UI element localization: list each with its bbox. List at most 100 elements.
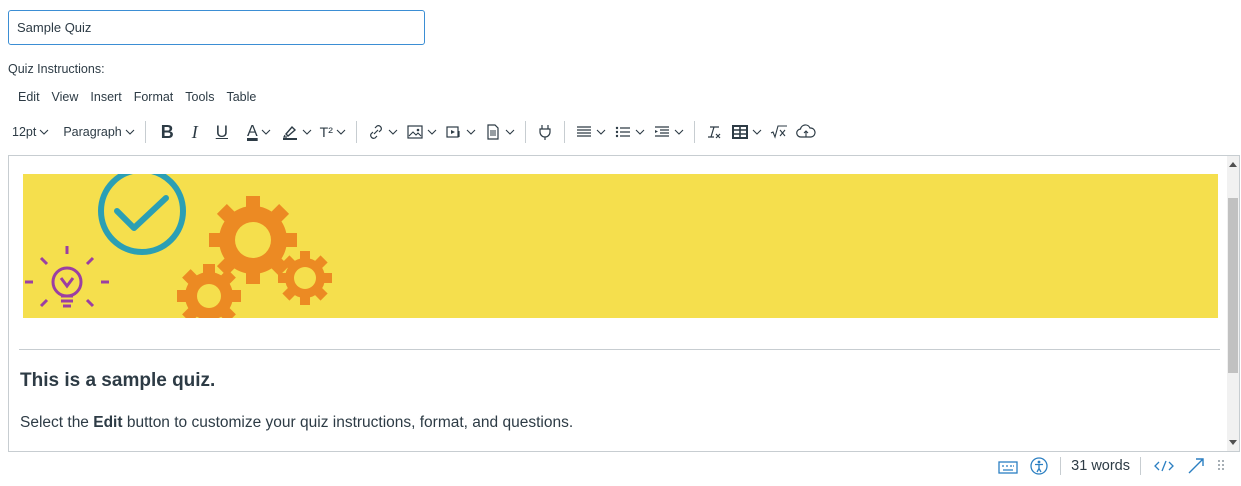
editor-menubar: Edit View Insert Format Tools Table [12, 88, 262, 106]
text-color-icon: A [247, 123, 258, 140]
toolbar-divider [563, 121, 565, 143]
media-button[interactable] [441, 119, 480, 145]
table-icon [731, 125, 748, 139]
editor-scrollbar[interactable] [1227, 156, 1239, 451]
menu-format[interactable]: Format [128, 88, 180, 106]
small-gear-icon [278, 251, 332, 305]
font-size-value: 12pt [12, 125, 37, 139]
para-text-after: button to customize your quiz instructio… [122, 414, 574, 431]
text-color-button[interactable]: A [237, 119, 277, 145]
chevron-down-icon [261, 129, 271, 135]
editor-status-bar: 31 words [992, 454, 1231, 478]
font-size-dropdown[interactable]: 12pt [8, 119, 53, 145]
document-button[interactable] [480, 119, 519, 145]
rich-content-editor[interactable]: This is a sample quiz. Select the Edit b… [8, 155, 1240, 452]
align-left-icon [576, 126, 591, 137]
menu-edit[interactable]: Edit [12, 88, 46, 106]
underline-button[interactable]: U [207, 119, 237, 145]
toolbar-divider [524, 121, 526, 143]
clear-formatting-button[interactable] [701, 119, 727, 145]
keyboard-shortcuts-button[interactable] [992, 458, 1024, 474]
apps-plugin-button[interactable] [532, 119, 558, 145]
large-gear-icon [209, 196, 297, 284]
chevron-down-icon [505, 129, 515, 135]
link-button[interactable] [363, 119, 402, 145]
scroll-up-arrow-icon[interactable] [1229, 162, 1237, 167]
content-paragraph: Select the Edit button to customize your… [20, 414, 573, 432]
align-button[interactable] [571, 119, 610, 145]
chevron-down-icon [336, 129, 346, 135]
content-heading: This is a sample quiz. [20, 370, 216, 391]
toolbar-divider [355, 121, 357, 143]
chevron-down-icon [635, 129, 645, 135]
table-button[interactable] [727, 119, 766, 145]
fullscreen-button[interactable] [1181, 457, 1211, 475]
chevron-down-icon [466, 129, 476, 135]
italic-icon: I [191, 121, 198, 142]
menu-table[interactable]: Table [220, 88, 262, 106]
scrollbar-thumb[interactable] [1228, 198, 1238, 373]
chevron-down-icon [39, 129, 49, 135]
image-button[interactable] [402, 119, 441, 145]
media-icon [446, 126, 460, 138]
word-count[interactable]: 31 words [1067, 458, 1134, 474]
menu-tools[interactable]: Tools [179, 88, 220, 106]
plug-icon [539, 125, 551, 140]
highlighter-icon [282, 125, 297, 140]
bold-button[interactable]: B [152, 119, 183, 145]
menu-view[interactable]: View [46, 88, 85, 106]
italic-button[interactable]: I [183, 119, 207, 145]
scroll-down-arrow-icon[interactable] [1229, 440, 1237, 445]
accessibility-icon [1030, 457, 1048, 475]
drag-handle-icon [1218, 460, 1224, 470]
superscript-button[interactable]: T² [316, 119, 350, 145]
block-format-value: Paragraph [63, 125, 122, 139]
chevron-down-icon [596, 129, 606, 135]
quiz-banner-image [23, 174, 1218, 318]
bold-icon: B [160, 121, 174, 142]
chevron-down-icon [674, 129, 684, 135]
list-button[interactable] [610, 119, 649, 145]
horizontal-rule [19, 349, 1220, 350]
superscript-icon: T² [319, 124, 333, 140]
code-icon [1154, 460, 1174, 472]
check-circle-icon [98, 174, 186, 255]
equation-button[interactable] [766, 119, 792, 145]
square-root-icon [770, 125, 787, 139]
bottom-gear-icon [177, 264, 241, 318]
checkmark-icon [114, 195, 169, 231]
indent-button[interactable] [649, 119, 688, 145]
underline-icon: U [215, 122, 228, 141]
keyboard-icon [998, 461, 1018, 474]
document-icon [487, 124, 499, 140]
chevron-down-icon [427, 129, 437, 135]
para-bold-edit: Edit [93, 414, 123, 431]
clear-formatting-icon [707, 126, 721, 139]
lightbulb-icon [25, 246, 109, 308]
chevron-down-icon [752, 129, 762, 135]
chevron-down-icon [302, 129, 312, 135]
status-divider [1140, 457, 1141, 475]
indent-icon [654, 126, 669, 137]
status-divider [1060, 457, 1062, 475]
image-icon [407, 125, 423, 139]
menu-insert[interactable]: Insert [84, 88, 127, 106]
expand-icon [1188, 458, 1204, 474]
chevron-down-icon [388, 129, 398, 135]
link-icon [370, 125, 382, 139]
editor-toolbar: 12pt Paragraph B I U A T² [8, 118, 820, 146]
quiz-title-input[interactable] [8, 10, 425, 45]
para-text-before: Select the [20, 414, 94, 431]
bullet-list-icon [615, 126, 630, 138]
cloud-upload-button[interactable] [792, 119, 820, 145]
highlight-color-button[interactable] [277, 119, 316, 145]
html-editor-button[interactable] [1147, 459, 1181, 473]
block-format-dropdown[interactable]: Paragraph [59, 119, 138, 145]
chevron-down-icon [125, 129, 135, 135]
accessibility-checker-button[interactable] [1024, 457, 1054, 475]
quiz-instructions-label: Quiz Instructions: [8, 62, 105, 76]
banner-illustration [25, 174, 332, 318]
cloud-icon [796, 124, 816, 138]
resize-handle[interactable] [1211, 459, 1231, 473]
toolbar-divider [693, 121, 695, 143]
